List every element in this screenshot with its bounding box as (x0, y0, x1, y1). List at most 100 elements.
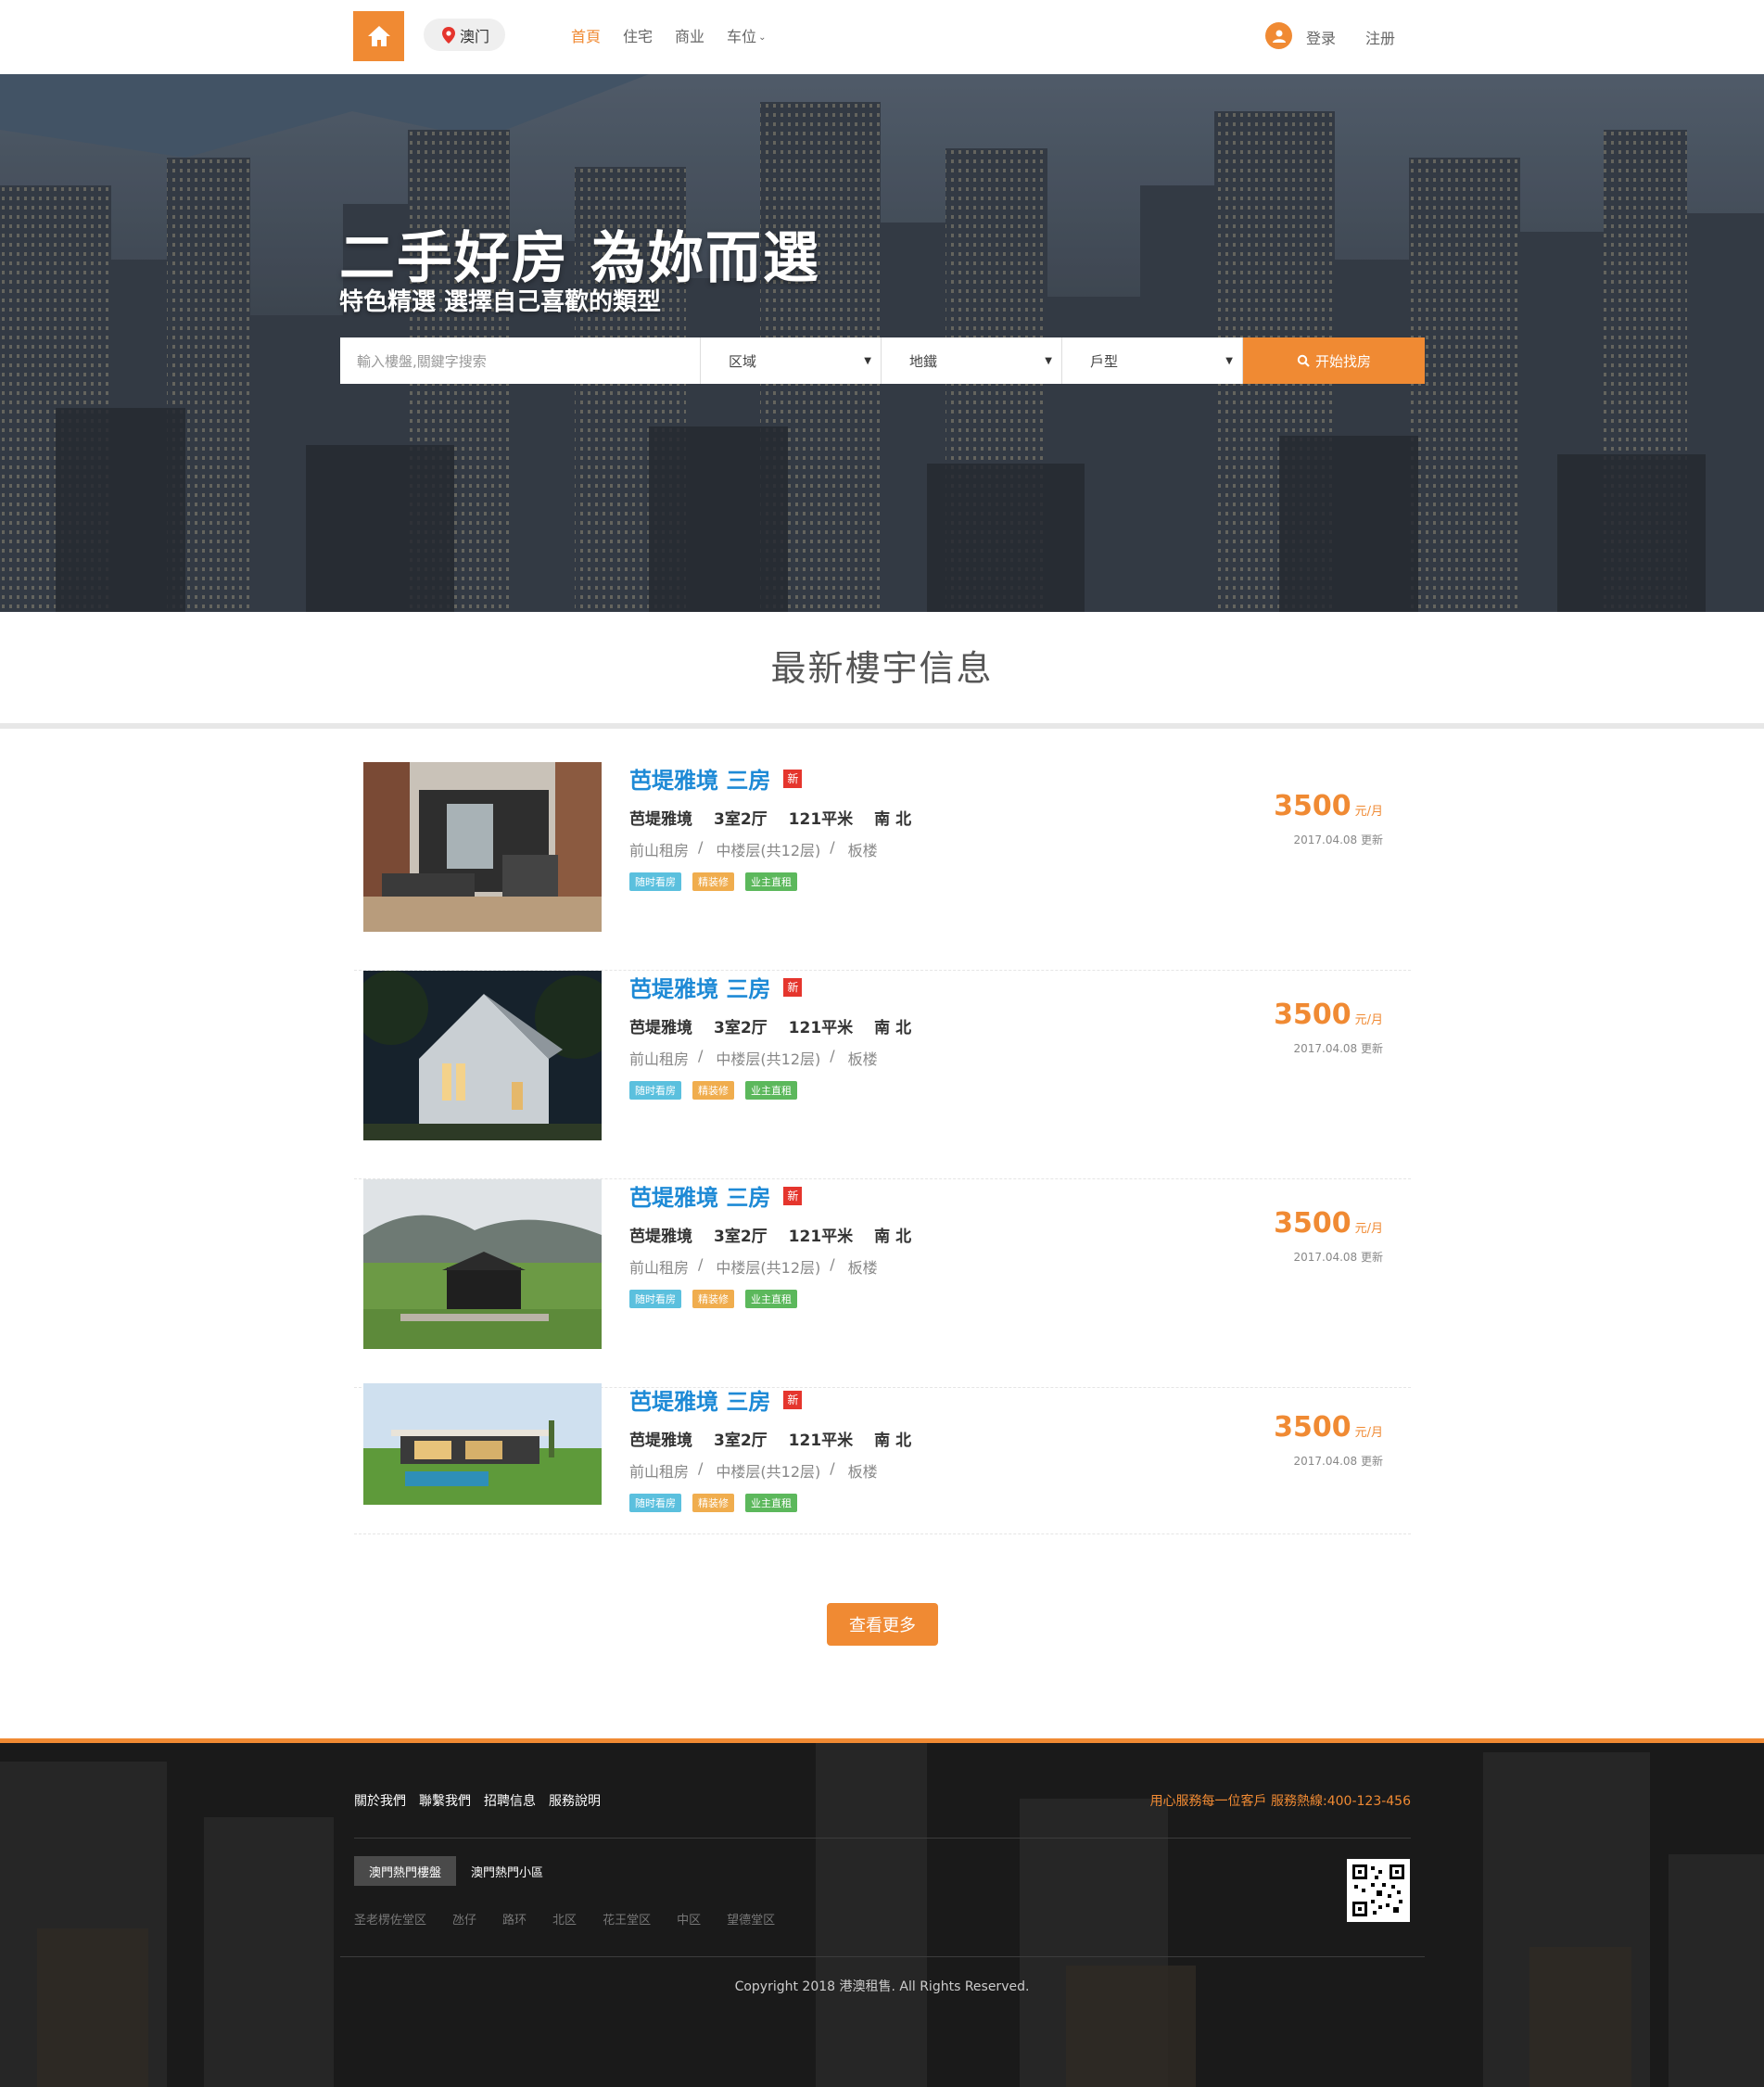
qr-code-icon (1347, 1859, 1410, 1922)
section-divider (0, 723, 1764, 729)
listing-tags: 随时看房 精装修 业主直租 (629, 872, 808, 891)
spec-rooms: 3室2厅 (714, 1432, 768, 1450)
meta-building-type: 板楼 (847, 1259, 878, 1277)
price-unit: 元/月 (1354, 1013, 1383, 1027)
spec-area: 121平米 (788, 810, 854, 829)
footer-link-service[interactable]: 服務說明 (549, 1791, 601, 1810)
spec-area: 121平米 (788, 1019, 854, 1037)
area-link[interactable]: 路环 (502, 1910, 527, 1928)
listing-updated: 2017.04.08 更新 (1293, 834, 1383, 846)
spec-estate: 芭堤雅境 (629, 1019, 692, 1037)
search-icon (1297, 354, 1310, 367)
register-link[interactable]: 注册 (1365, 26, 1395, 48)
listing-tags: 随时看房 精装修 业主直租 (629, 1290, 808, 1308)
listing-photo[interactable] (363, 1383, 602, 1505)
search-input[interactable]: 輸入樓盤,關鍵字搜索 (340, 337, 701, 384)
price-value: 3500 (1274, 999, 1352, 1031)
layout-label: 戶型 (1090, 352, 1119, 370)
area-link[interactable]: 中区 (677, 1910, 701, 1928)
new-badge: 新 (783, 769, 803, 788)
hero-banner: 二手好房 為妳而選 特色精選 選擇自己喜歡的類型 輸入樓盤,關鍵字搜索 区域 ▼ … (0, 74, 1764, 612)
spec-rooms: 3室2厅 (714, 1019, 768, 1037)
listing-title[interactable]: 芭堤雅境 三房新 (629, 1383, 803, 1416)
price-value: 3500 (1274, 790, 1352, 822)
footer-link-about[interactable]: 關於我們 (354, 1791, 406, 1810)
nav-parking[interactable]: 车位 ⌄ (727, 24, 766, 46)
listing-title-text: 芭堤雅境 三房 (629, 1185, 771, 1211)
tab-hot-buildings[interactable]: 澳門熱門樓盤 (354, 1856, 457, 1886)
footer-area-links: 圣老楞佐堂区 氹仔 路环 北区 花王堂区 中区 望德堂区 (354, 1910, 801, 1928)
listing-item[interactable]: 芭堤雅境 三房新 芭堤雅境 3室2厅 121平米 南 北 前山租房 / 中楼层(共… (354, 1179, 1411, 1388)
footer-link-contact[interactable]: 聯繫我們 (419, 1791, 471, 1810)
nav-home[interactable]: 首頁 (571, 24, 601, 46)
listing-item[interactable]: 芭堤雅境 三房新 芭堤雅境 3室2厅 121平米 南 北 前山租房 / 中楼层(共… (354, 1383, 1411, 1534)
meta-floor: 中楼层(共12层) (716, 1463, 821, 1481)
footer-link-jobs[interactable]: 招聘信息 (484, 1791, 536, 1810)
city-night-background (0, 1743, 1764, 2087)
metro-label: 地鐵 (909, 352, 938, 370)
meta-region: 前山租房 (629, 842, 690, 859)
footer-tabs: 澳門熱門樓盤 澳門熱門小區 (354, 1856, 558, 1886)
meta-region: 前山租房 (629, 1050, 690, 1068)
spec-orientation: 南 北 (874, 1432, 912, 1450)
listing-price: 3500 元/月 (1274, 1411, 1383, 1444)
tag-decoration: 精装修 (692, 872, 734, 891)
listing-item[interactable]: 芭堤雅境 三房新 芭堤雅境 3室2厅 121平米 南 北 前山租房 / 中楼层(共… (354, 762, 1411, 971)
listing-updated: 2017.04.08 更新 (1293, 1042, 1383, 1055)
spec-rooms: 3室2厅 (714, 810, 768, 829)
area-link[interactable]: 望德堂区 (727, 1910, 775, 1928)
location-pin-icon (442, 26, 455, 44)
footer-divider (354, 1838, 1411, 1839)
home-logo[interactable] (353, 11, 404, 61)
home-icon (367, 26, 390, 46)
tag-owner-direct: 业主直租 (745, 1494, 797, 1512)
nav-commercial[interactable]: 商业 (675, 24, 704, 46)
layout-select[interactable]: 戶型 ▼ (1062, 337, 1243, 384)
new-badge: 新 (783, 977, 803, 997)
hero-title: 二手好房 為妳而選 (339, 226, 820, 291)
listing-meta: 前山租房 / 中楼层(共12层) / 板楼 (629, 838, 878, 859)
listing-price: 3500 元/月 (1274, 1207, 1383, 1240)
listing-photo[interactable] (363, 971, 602, 1140)
city-selector[interactable]: 澳门 (424, 19, 505, 51)
district-select[interactable]: 区域 ▼ (701, 337, 882, 384)
user-icon[interactable] (1265, 22, 1292, 49)
listing-title[interactable]: 芭堤雅境 三房新 (629, 1179, 803, 1212)
spec-orientation: 南 北 (874, 1228, 912, 1246)
main-nav: 首頁 住宅 商业 车位 ⌄ (571, 24, 788, 46)
listing-updated: 2017.04.08 更新 (1293, 1251, 1383, 1264)
listing-meta: 前山租房 / 中楼层(共12层) / 板楼 (629, 1255, 878, 1277)
listing-tags: 随时看房 精装修 业主直租 (629, 1081, 808, 1100)
listing-price: 3500 元/月 (1274, 790, 1383, 822)
chevron-down-icon: ⌄ (758, 32, 767, 43)
listing-title[interactable]: 芭堤雅境 三房新 (629, 971, 803, 1003)
listing-title-text: 芭堤雅境 三房 (629, 768, 771, 794)
area-link[interactable]: 花王堂区 (603, 1910, 651, 1928)
listing-photo[interactable] (363, 1179, 602, 1349)
listing-photo[interactable] (363, 762, 602, 932)
listing-title[interactable]: 芭堤雅境 三房新 (629, 762, 803, 795)
listing-item[interactable]: 芭堤雅境 三房新 芭堤雅境 3室2厅 121平米 南 北 前山租房 / 中楼层(共… (354, 971, 1411, 1179)
listing-specs: 芭堤雅境 3室2厅 121平米 南 北 (629, 1014, 933, 1037)
search-button[interactable]: 开始找房 (1243, 337, 1425, 384)
nav-residential[interactable]: 住宅 (623, 24, 653, 46)
listing-specs: 芭堤雅境 3室2厅 121平米 南 北 (629, 1427, 933, 1450)
footer-hotline: 用心服務每一位客戶 服務熱線:400-123-456 (1149, 1794, 1411, 1809)
login-link[interactable]: 登录 (1306, 26, 1336, 48)
area-link[interactable]: 圣老楞佐堂区 (354, 1910, 426, 1928)
view-more-button[interactable]: 查看更多 (827, 1603, 938, 1646)
tag-owner-direct: 业主直租 (745, 1081, 797, 1100)
area-link[interactable]: 北区 (552, 1910, 577, 1928)
district-label: 区域 (729, 352, 757, 370)
meta-floor: 中楼层(共12层) (716, 1050, 821, 1068)
tab-hot-communities[interactable]: 澳門熱門小區 (456, 1856, 558, 1886)
listing-specs: 芭堤雅境 3室2厅 121平米 南 北 (629, 806, 933, 829)
price-unit: 元/月 (1354, 805, 1383, 819)
footer-divider (340, 1956, 1425, 1957)
area-link[interactable]: 氹仔 (452, 1910, 476, 1928)
meta-region: 前山租房 (629, 1259, 690, 1277)
listing-specs: 芭堤雅境 3室2厅 121平米 南 北 (629, 1223, 933, 1246)
metro-select[interactable]: 地鐵 ▼ (882, 337, 1062, 384)
spec-estate: 芭堤雅境 (629, 1228, 692, 1246)
listing-title-text: 芭堤雅境 三房 (629, 976, 771, 1002)
